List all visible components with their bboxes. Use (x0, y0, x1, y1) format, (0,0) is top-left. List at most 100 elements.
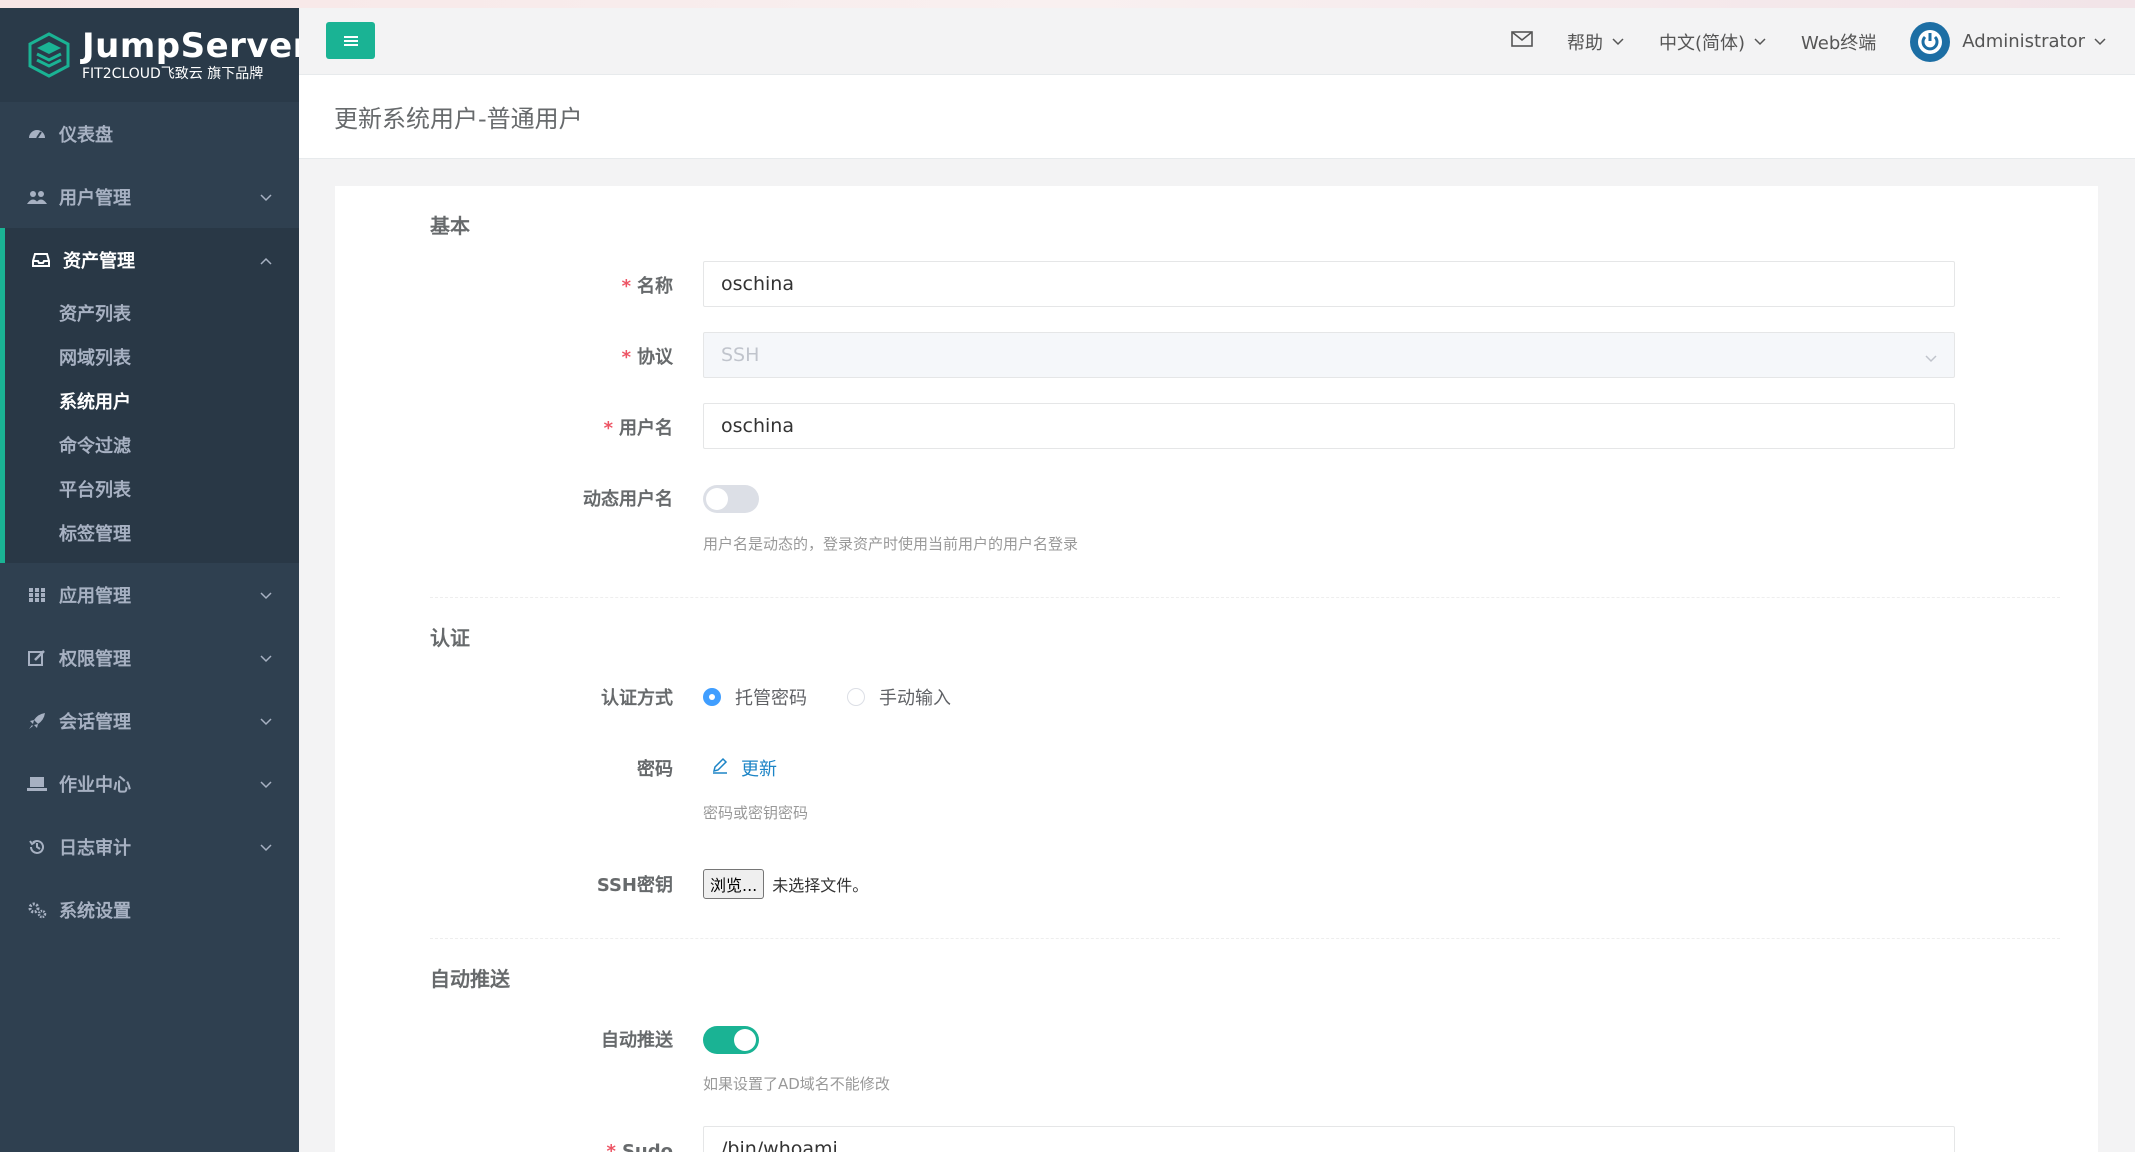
chevron-down-icon (259, 187, 273, 208)
logo-subtitle: FIT2CLOUD飞致云 旗下品牌 (82, 66, 264, 82)
language-dropdown[interactable]: 中文(简体) (1659, 29, 1767, 55)
sidebar-item-label: 系统设置 (59, 900, 131, 922)
sidebar-subitem-system-user[interactable]: 系统用户 (5, 379, 299, 423)
password-update-link[interactable]: 更新 (711, 755, 777, 781)
sidebar-item-label: 会话管理 (59, 711, 131, 733)
username-input[interactable]: oschina (703, 403, 1955, 449)
auto-push-label: 自动推送 (601, 1030, 673, 1051)
ssh-key-label: SSH密钥 (596, 875, 673, 896)
section-title-auto-push: 自动推送 (430, 967, 510, 991)
inbox-icon (31, 250, 51, 270)
logo-title: JumpServer (82, 26, 299, 66)
sidebar: JumpServer FIT2CLOUD飞致云 旗下品牌 仪表盘 用户管理 资产… (0, 8, 299, 1152)
sidebar-toggle-button[interactable] (326, 22, 375, 59)
top-navbar: 帮助 中文(简体) Web终端 Administrator (299, 8, 2135, 75)
sidebar-subitem-domain-list[interactable]: 网域列表 (5, 335, 299, 379)
sudo-input[interactable]: /bin/whoami (703, 1126, 1955, 1152)
radio-unchecked-icon (847, 688, 865, 706)
sudo-label: * Sudo (606, 1141, 673, 1152)
chevron-down-icon (259, 837, 273, 858)
language-label: 中文(简体) (1658, 32, 1746, 54)
page-heading: 更新系统用户-普通用户 (299, 75, 2135, 159)
sidebar-item-label: 仪表盘 (59, 124, 113, 146)
dynamic-username-label: 动态用户名 (583, 489, 673, 510)
laptop-icon (27, 774, 47, 794)
messages-button[interactable] (1511, 31, 1533, 52)
protocol-select[interactable]: SSH (703, 332, 1955, 378)
sidebar-subitem-label-manage[interactable]: 标签管理 (5, 511, 299, 555)
chevron-down-icon (259, 774, 273, 795)
sidebar-group-assets: 资产管理 资产列表 网域列表 系统用户 命令过滤 平台列表 标签管理 (0, 228, 299, 563)
chevron-up-icon (259, 250, 273, 271)
chevron-down-icon (1753, 31, 1767, 52)
browse-button[interactable]: 浏览... (703, 869, 765, 899)
help-label: 帮助 (1566, 32, 1603, 54)
sidebar-item-permissions[interactable]: 权限管理 (0, 626, 299, 689)
chevron-down-icon (1924, 347, 1938, 369)
power-icon (1918, 29, 1943, 54)
radio-manual-input[interactable]: 手动输入 (847, 684, 951, 710)
sidebar-subitem-platform-list[interactable]: 平台列表 (5, 467, 299, 511)
dynamic-username-help: 用户名是动态的，登录资产时使用当前用户的用户名登录 (703, 535, 1079, 553)
sidebar-item-label: 权限管理 (59, 648, 131, 670)
chevron-down-icon (2093, 31, 2107, 52)
menu-icon (343, 35, 358, 46)
envelope-icon (1511, 31, 1533, 52)
history-icon (27, 837, 47, 857)
edit-icon (27, 648, 47, 668)
sidebar-item-label: 资产管理 (63, 250, 135, 272)
section-title-auth: 认证 (430, 626, 470, 650)
auto-push-toggle[interactable] (703, 1026, 759, 1054)
sidebar-item-jobs[interactable]: 作业中心 (0, 752, 299, 815)
protocol-value: SSH (721, 344, 760, 366)
page-title: 更新系统用户-普通用户 (334, 105, 583, 133)
dynamic-username-toggle[interactable] (703, 485, 759, 513)
sidebar-item-settings[interactable]: 系统设置 (0, 878, 299, 941)
name-input[interactable]: oschina (703, 261, 1955, 307)
avatar (1910, 21, 1951, 62)
sidebar-item-sessions[interactable]: 会话管理 (0, 689, 299, 752)
user-dropdown[interactable]: Administrator (1910, 21, 2107, 62)
divider (430, 597, 2060, 598)
sidebar-item-label: 作业中心 (59, 774, 131, 796)
sidebar-item-label: 应用管理 (59, 585, 131, 607)
password-label: 密码 (637, 759, 673, 780)
dashboard-icon (27, 124, 47, 144)
logo[interactable]: JumpServer FIT2CLOUD飞致云 旗下品牌 (0, 8, 299, 102)
auth-method-label: 认证方式 (601, 688, 673, 709)
sidebar-subitem-command-filter[interactable]: 命令过滤 (5, 423, 299, 467)
chevron-down-icon (259, 648, 273, 669)
section-title-basic: 基本 (430, 214, 470, 238)
sidebar-item-users[interactable]: 用户管理 (0, 165, 299, 228)
sidebar-item-applications[interactable]: 应用管理 (0, 563, 299, 626)
rocket-icon (27, 711, 47, 731)
divider (430, 938, 2060, 939)
pencil-icon (711, 757, 729, 780)
sidebar-item-label: 日志审计 (59, 837, 131, 859)
form-card: 基本 * 名称 oschina * 协议 SSH * 用户名 oschina 动态用户… (335, 186, 2098, 1152)
top-border (0, 0, 2135, 8)
radio-checked-icon (703, 688, 721, 706)
sidebar-item-dashboard[interactable]: 仪表盘 (0, 102, 299, 165)
user-name: Administrator (1962, 31, 2085, 52)
chevron-down-icon (1611, 31, 1625, 52)
file-status: 未选择文件。 (772, 876, 869, 895)
sidebar-item-audits[interactable]: 日志审计 (0, 815, 299, 878)
help-dropdown[interactable]: 帮助 (1567, 29, 1625, 55)
radio-managed-password[interactable]: 托管密码 (703, 684, 807, 710)
grid-icon (27, 585, 47, 605)
username-label: * 用户名 (603, 418, 673, 439)
users-icon (27, 187, 47, 207)
web-terminal-link[interactable]: Web终端 (1801, 29, 1876, 55)
protocol-label: * 协议 (621, 347, 673, 368)
name-label: * 名称 (621, 276, 673, 297)
chevron-down-icon (259, 585, 273, 606)
auto-push-help: 如果设置了AD域名不能修改 (703, 1075, 890, 1093)
password-help: 密码或密钥密码 (703, 804, 809, 822)
sidebar-subitem-asset-list[interactable]: 资产列表 (5, 291, 299, 335)
jumpserver-logo-icon (28, 32, 70, 78)
gears-icon (27, 900, 47, 920)
chevron-down-icon (259, 711, 273, 732)
sidebar-item-assets[interactable]: 资产管理 (5, 228, 299, 291)
ssh-key-file-input: 浏览... 未选择文件。 (703, 869, 868, 899)
